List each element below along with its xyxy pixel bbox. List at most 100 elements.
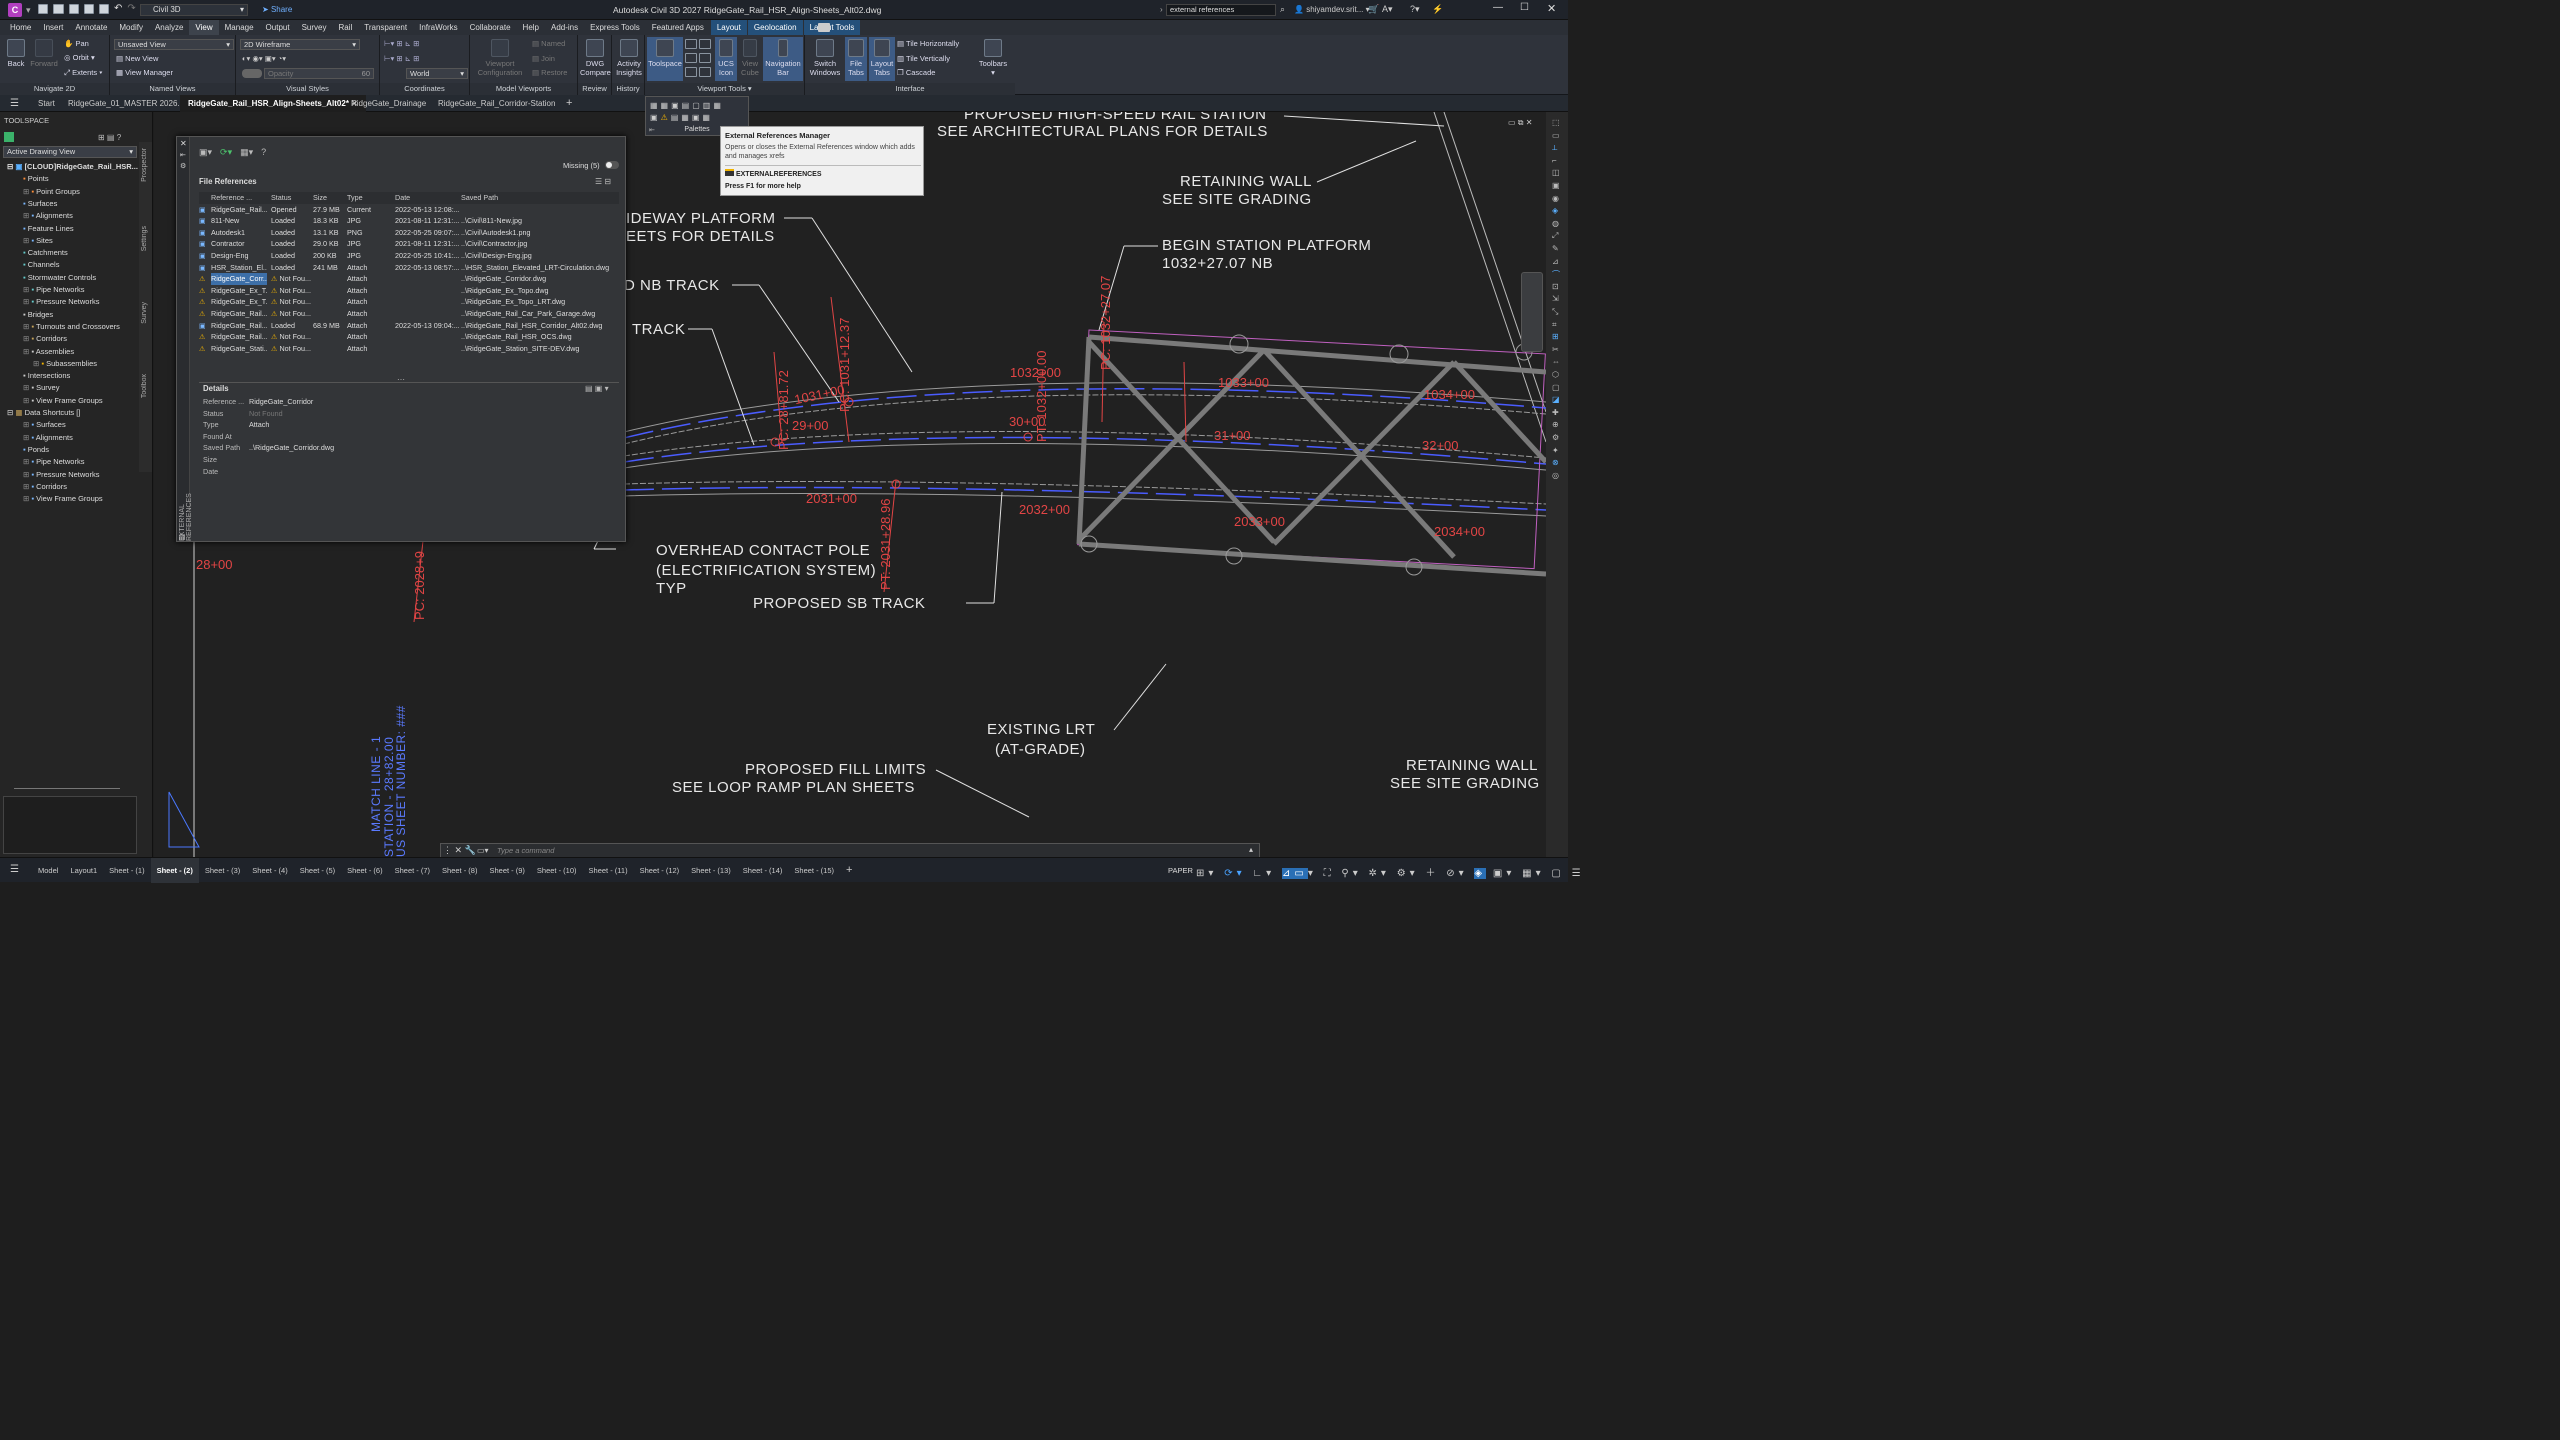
column-header[interactable]: Date [395,192,459,204]
draw-tool-icon[interactable]: ⊡ [1552,282,1559,291]
table-row[interactable]: ▣ HSR_Station_El... Loaded 241 MB Attach 2022… [199,262,619,274]
layout-tab[interactable]: Sheet - (10) [531,858,583,883]
palette-menu-icon[interactable]: ▤ [179,533,186,541]
table-row[interactable]: ⚠ RidgeGate_Rail... ⚠ Not Fou... Attach ..\R… [199,331,619,343]
forward-button[interactable]: Forward [30,39,58,68]
layout-menu-icon[interactable]: ☰ [10,864,19,875]
draw-tool-icon[interactable]: ◪ [1552,395,1560,404]
column-header[interactable]: Saved Path [461,192,619,204]
tile-horizontally-button[interactable]: ▤ Tile Horizontally [897,39,959,49]
shortcut-item[interactable]: ⊞ ▪ Pipe Networks [23,456,84,468]
layout-tab[interactable]: Sheet - (14) [737,858,789,883]
ribbon-tab-output[interactable]: Output [260,20,296,35]
table-row[interactable]: ▣ RidgeGate_Rail... Loaded 68.9 MB Attach 202… [199,320,619,332]
dwg-compare-button[interactable]: DWG Compare [580,39,611,77]
draw-tool-icon[interactable]: ✂ [1552,345,1559,354]
ribbon-tab-annotate[interactable]: Annotate [69,20,113,35]
ribbon-tab-add-ins[interactable]: Add-ins [545,20,584,35]
column-header[interactable]: Status [271,192,311,204]
layout-tab[interactable]: Sheet - (12) [634,858,686,883]
palette-autohide-icon[interactable]: ⇤ [180,151,186,159]
join-viewports-button[interactable]: ▤ Join [532,54,555,64]
table-row[interactable]: ▣ RidgeGate_Rail... Opened 27.9 MB Current 20… [199,204,619,216]
named-viewports-button[interactable]: ▤ Named [532,39,565,49]
autodesk-app-icon[interactable]: A▾ [1382,4,1393,15]
save-icon[interactable] [69,4,79,14]
navigation-bar[interactable] [1521,272,1543,352]
redo-icon[interactable]: ↷ [127,4,135,14]
shortcut-item[interactable]: ⊞ ▪ Pressure Networks [23,469,99,481]
help-icon[interactable]: ? [261,147,266,158]
tree-item[interactable]: ▪ Catchments [23,247,68,259]
toolspace-button[interactable]: Toolspace [647,37,683,81]
details-view-icons[interactable]: ▤ ▣ ▾ [585,384,609,393]
search-expand-icon[interactable]: › [1160,5,1163,14]
side-tab-survey[interactable]: Survey [141,302,148,324]
cart-icon[interactable]: 🛒 [1368,4,1379,15]
draw-tool-icon[interactable]: ⬚ [1552,118,1560,127]
tree-icons[interactable]: ⊞ ▤ ? [98,133,121,142]
palette-icons-row-1[interactable]: ▦▦▣▤▢▥▦ [650,101,724,110]
tree-item[interactable]: ▪ Intersections [23,370,70,382]
layout-tab[interactable]: Sheet - (7) [389,858,436,883]
command-expand-icon[interactable]: ▴ [1249,845,1253,854]
toolbars-button[interactable]: Toolbars ▾ [975,39,1011,77]
ribbon-tab-infraworks[interactable]: InfraWorks [413,20,464,35]
ucs-tools-2[interactable]: ⊢▾ ⊞ ⊾ ⊞ [384,54,419,64]
model-tab[interactable]: Model [32,858,64,883]
draw-tool-icon[interactable]: ⤡ [1552,307,1558,317]
draw-tool-icon[interactable]: ⌐ [1552,156,1557,165]
named-view-dropdown[interactable]: Unsaved View ▾ [114,39,234,50]
draw-tool-icon[interactable]: ⤢ [1552,231,1558,241]
draw-tool-icon[interactable]: ⬡ [1552,370,1559,379]
tree-item[interactable]: ▪ Surfaces [23,198,57,210]
missing-filter-toggle[interactable] [605,161,619,169]
side-tab-settings[interactable]: Settings [141,226,148,251]
minimize-icon[interactable]: — [1493,2,1503,13]
pan-button[interactable]: ✋ Pan [64,39,89,49]
data-shortcuts-root[interactable]: ⊟ ▦ Data Shortcuts [] [7,407,80,419]
viewport-config-button[interactable]: Viewport Configuration [474,39,526,77]
layout-tab[interactable]: Sheet - (2) [150,858,199,883]
table-row[interactable]: ⚠ RidgeGate_Rail... ⚠ Not Fou... Attach ..\R… [199,308,619,320]
ucs-icon-button[interactable]: UCS Icon [715,37,737,81]
column-header[interactable]: Reference ... [211,192,267,204]
user-account[interactable]: 👤 shiyamdev.srit... ▾ [1294,5,1370,14]
plot-icon[interactable] [99,4,109,14]
tree-item[interactable]: ⊞ ▪ Alignments [23,210,73,222]
shortcut-item[interactable]: ⊞ ▪ Corridors [23,481,67,493]
layout-tab[interactable]: Sheet - (11) [583,858,634,883]
navigation-bar-button[interactable]: Navigation Bar [763,37,803,81]
draw-tool-icon[interactable]: ◉ [1552,194,1559,203]
opacity-slider[interactable]: Opacity 60 [264,68,374,79]
view-cube-button[interactable]: View Cube [739,37,761,81]
table-row[interactable]: ▣ Contractor Loaded 29.0 KB JPG 2021-08-11 12… [199,238,619,250]
tab-master[interactable]: RidgeGate_01_MASTER 2026.1* [60,95,195,112]
search-icon[interactable]: ⌕ [1280,4,1285,15]
maximize-icon[interactable]: ☐ [1520,2,1529,13]
draw-tool-icon[interactable]: ⇲ [1552,294,1559,303]
draw-tool-icon[interactable]: ✎ [1552,244,1559,253]
ribbon-tab-manage[interactable]: Manage [219,20,260,35]
tool-palette-icon[interactable] [699,53,711,63]
file-tabs-button[interactable]: File Tabs [845,37,867,81]
undo-icon[interactable]: ↶ [114,4,122,14]
save-as-icon[interactable] [84,4,94,14]
workspace-dropdown[interactable]: Civil 3D ▾ [140,4,248,16]
ucs-world-dropdown[interactable]: World ▾ [406,68,468,79]
tree-item[interactable]: ⊞ ▪ Assemblies [23,346,74,358]
add-layout-icon[interactable]: + [840,858,858,883]
new-tab-icon[interactable]: + [558,95,580,112]
ribbon-tab-help[interactable]: Help [517,20,545,35]
help-icon[interactable]: ?▾ [1410,4,1420,15]
layout-tab[interactable]: Sheet - (5) [294,858,341,883]
side-tab-prospector[interactable]: Prospector [141,148,148,182]
prospector-icon[interactable] [4,132,14,142]
app-logo[interactable]: C [8,3,22,17]
table-row[interactable]: ⚠ RidgeGate_Ex_T... ⚠ Not Fou... Attach ..\R… [199,296,619,308]
shortcut-item[interactable]: ▪ Ponds [23,444,49,456]
table-row[interactable]: ▣ Autodesk1 Loaded 13.1 KB PNG 2022-05-25 09:… [199,227,619,239]
table-row[interactable]: ⚠ RidgeGate_Corr... ⚠ Not Fou... Attach ..\R… [199,273,619,285]
tree-item[interactable]: ⊞ ▪ Pressure Networks [23,296,99,308]
shortcut-item[interactable]: ⊞ ▪ View Frame Groups [23,493,103,505]
